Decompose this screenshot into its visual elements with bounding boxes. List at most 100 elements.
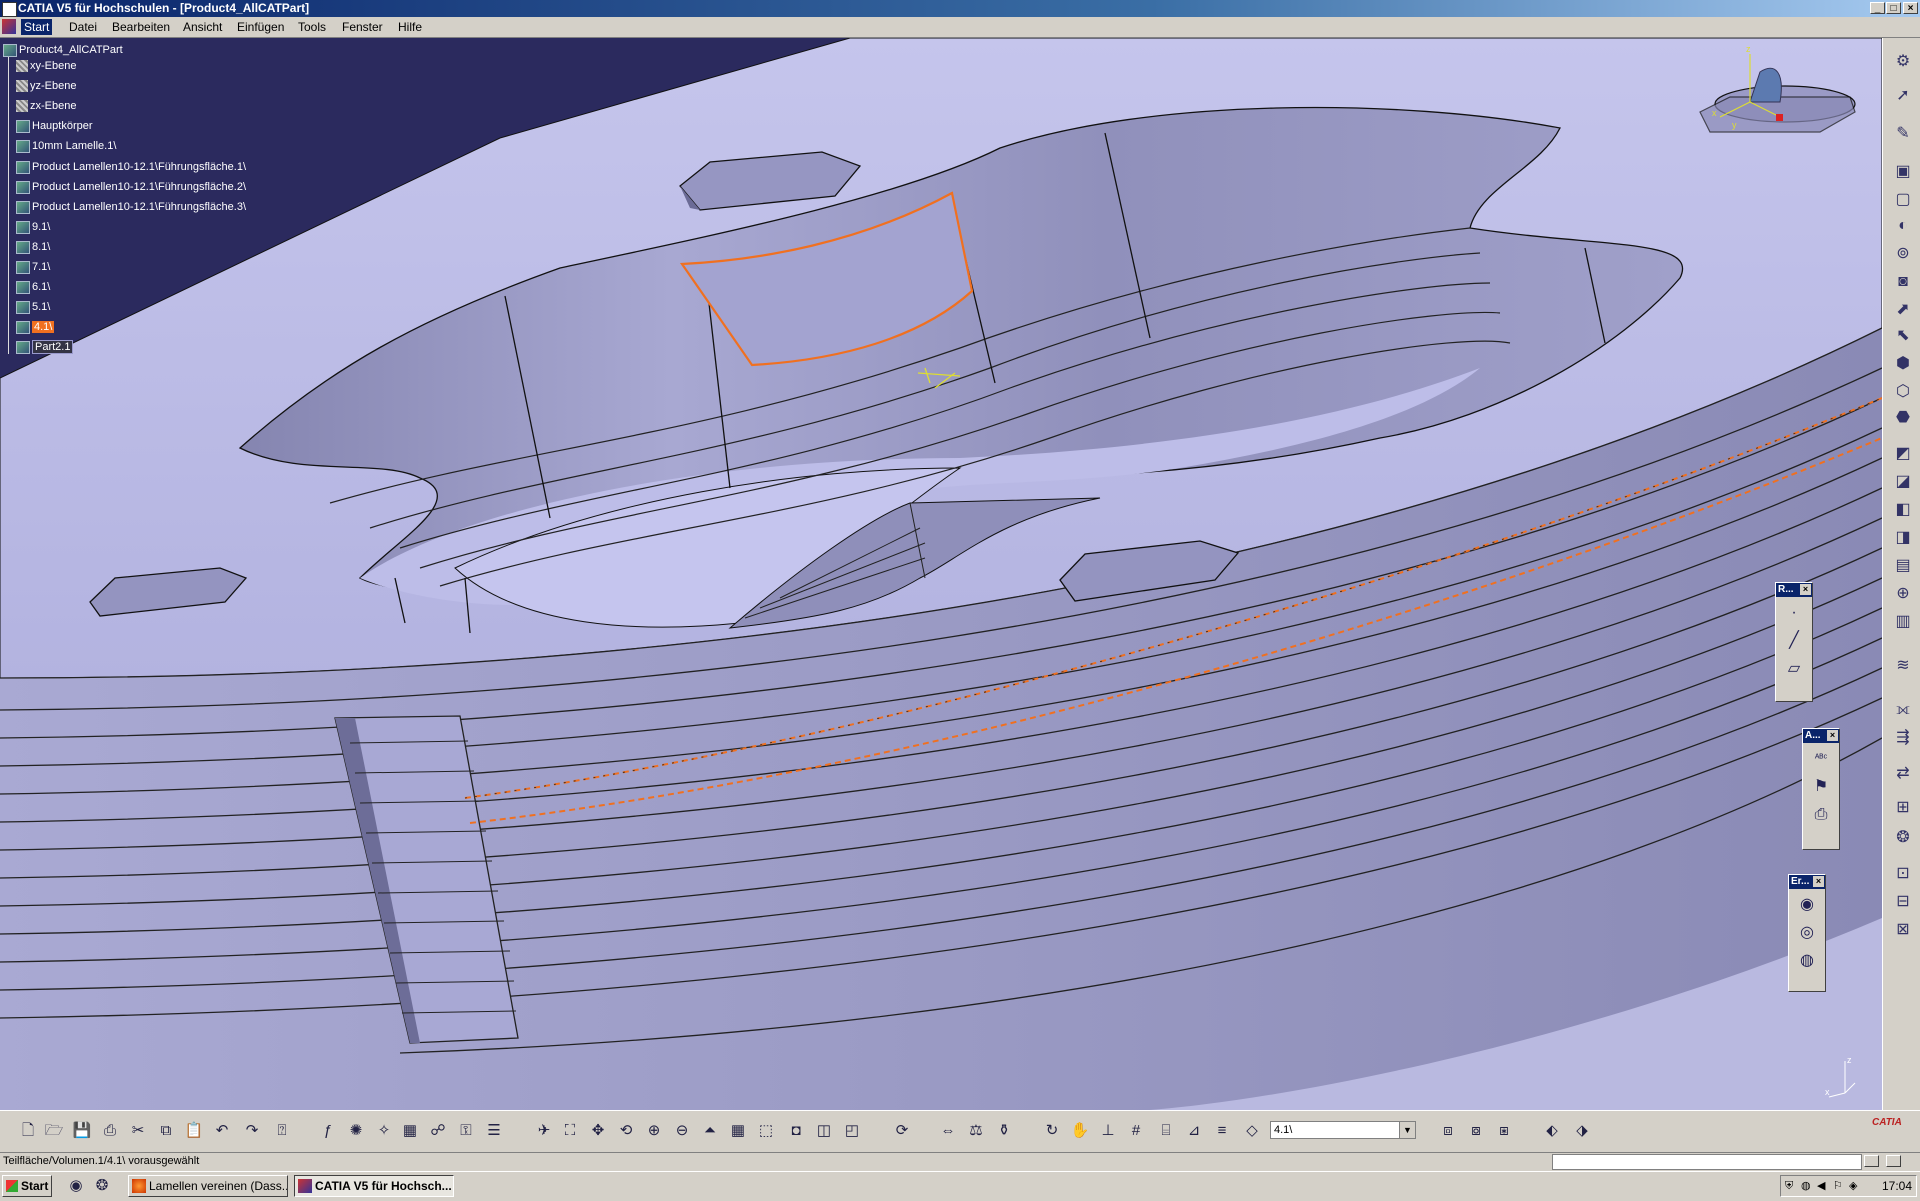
network-icon[interactable]: ◍ [1801,1180,1813,1192]
current-body-combo[interactable]: 4.1\ ▼ [1270,1121,1416,1139]
shading-icon[interactable]: ◘ [786,1121,806,1141]
print-icon[interactable]: ⎙ [100,1121,120,1141]
zoom-in-icon[interactable]: ⊕ [644,1121,664,1141]
axis-icon[interactable]: ⊥ [1098,1121,1118,1141]
render-icon[interactable]: ⬖ [1542,1121,1562,1141]
save-icon[interactable]: 💾 [72,1121,92,1141]
start-button[interactable]: Start [2,1175,52,1197]
tree-item-4-1[interactable]: 4.1\ [16,319,55,335]
toolbar-title[interactable]: Er... × [1789,875,1825,889]
tree-item-fuehrungsflaeche-3[interactable]: Product Lamellen10-12.1\Führungsfläche.3… [16,199,246,215]
redo-icon[interactable]: ↷ [242,1121,262,1141]
catia-app-icon[interactable] [2,2,17,17]
add-body-icon[interactable]: ⊠ [1893,920,1913,940]
menu-start[interactable]: Start [21,19,53,35]
hole-icon[interactable]: ◙ [1893,272,1913,292]
scan-icon[interactable]: ⎙ [1809,803,1833,827]
refresh-icon[interactable]: ↻ [1042,1121,1062,1141]
task-catia[interactable]: CATIA V5 für Hochsch... [294,1175,454,1197]
quick-view-icon[interactable]: ▦ [728,1121,748,1141]
remove-face-icon[interactable]: ▥ [1893,612,1913,632]
select-arrow-icon[interactable]: ➚ [1893,86,1913,106]
menu-fenster[interactable]: Fenster [342,20,383,34]
sketch-icon[interactable]: ✎ [1893,124,1913,144]
minimize-button[interactable]: _ [1870,2,1885,14]
menu-datei[interactable]: Datei [69,20,97,34]
rotate-icon[interactable]: ⟲ [616,1121,636,1141]
security-icon[interactable]: ⚐ [1833,1180,1845,1192]
circular-pattern-icon[interactable]: ❂ [1893,828,1913,848]
symmetry-icon[interactable]: ⇄ [1893,764,1913,784]
menu-einfuegen[interactable]: Einfügen [237,20,284,34]
shield-icon[interactable]: ⛨ [1785,1180,1797,1192]
grid-snap-icon[interactable]: # [1126,1121,1146,1141]
fillet-icon[interactable]: ◩ [1893,444,1913,464]
tree-item-part2[interactable]: Part2.1 [16,339,74,355]
close-icon[interactable]: × [1800,584,1811,595]
toolbar-title[interactable]: R... × [1776,583,1812,597]
tree-item-6-1[interactable]: 6.1\ [16,279,50,295]
constraint-icon[interactable]: ⊿ [1184,1121,1204,1141]
loft-icon[interactable]: ⬡ [1893,382,1913,402]
quicklaunch-browser-icon[interactable]: ◉ [66,1176,86,1196]
close-icon[interactable]: × [1813,876,1824,887]
gear-icon[interactable]: ⚙ [1893,52,1913,72]
workbench-icon[interactable]: ⧈ [1438,1121,1458,1141]
task-lamellen-browser[interactable]: Lamellen vereinen (Dass... [128,1175,288,1197]
paste-icon[interactable]: 📋 [184,1121,204,1141]
close-button[interactable]: × [1903,2,1918,14]
open-folder-icon[interactable]: 🗁 [44,1121,64,1141]
menu-hilfe[interactable]: Hilfe [398,20,422,34]
scaling-icon[interactable]: ⊡ [1893,864,1913,884]
translate-icon[interactable]: ⇶ [1893,728,1913,748]
flag-note-icon[interactable]: ⚑ [1809,775,1833,799]
remove-loft-icon[interactable]: ⬣ [1893,408,1913,428]
whats-this-icon[interactable]: ⍰ [272,1121,292,1141]
cut-icon[interactable]: ✂ [128,1121,148,1141]
fit-all-icon[interactable]: ⛶ [560,1121,580,1141]
line-icon[interactable]: ╱ [1782,629,1806,653]
measure-between-icon[interactable]: ◎ [1795,921,1819,945]
thickness-icon[interactable]: ▤ [1893,556,1913,576]
groove-icon[interactable]: ⊚ [1893,244,1913,264]
wireframe-icon[interactable]: ⧆ [1494,1121,1514,1141]
tree-item-zx-plane[interactable]: zx-Ebene [16,98,76,114]
quicklaunch-firefox-icon[interactable]: ❂ [92,1176,112,1196]
normal-view-icon[interactable]: ⏶ [700,1121,720,1141]
plane-icon[interactable]: ▱ [1782,657,1806,681]
compass-icon[interactable]: ✋ [1070,1121,1090,1141]
assemble-icon[interactable]: ⊟ [1893,892,1913,912]
power-input-field[interactable] [1552,1154,1862,1170]
draft-icon[interactable]: ◧ [1893,500,1913,520]
catalog-icon[interactable]: ☰ [484,1121,504,1141]
status-button-2[interactable] [1886,1155,1901,1167]
undo-icon[interactable]: ↶ [212,1121,232,1141]
tree-item-9-1[interactable]: 9.1\ [16,219,50,235]
tree-item-5-1[interactable]: 5.1\ [16,299,50,315]
environment-icon[interactable]: ⬗ [1572,1121,1592,1141]
thread-icon[interactable]: ⊕ [1893,584,1913,604]
tree-item-7-1[interactable]: 7.1\ [16,259,50,275]
slot-icon[interactable]: ⬉ [1893,326,1913,346]
tree-item-xy-plane[interactable]: xy-Ebene [16,58,76,74]
zoom-out-icon[interactable]: ⊖ [672,1121,692,1141]
pocket-icon[interactable]: ▢ [1893,190,1913,210]
lock-icon[interactable]: ⚿ [456,1121,476,1141]
point-icon[interactable]: · [1782,601,1806,625]
hide-show-icon[interactable]: ◫ [814,1121,834,1141]
tree-item-fuehrungsflaeche-1[interactable]: Product Lamellen10-12.1\Führungsfläche.1… [16,159,246,175]
analysis-icon[interactable]: ⧇ [1466,1121,1486,1141]
volume-icon[interactable]: ◀ [1817,1180,1829,1192]
measure-icon[interactable]: ⇔ [938,1121,958,1141]
fly-mode-icon[interactable]: ✈ [534,1121,554,1141]
weight-icon[interactable]: ⚱ [994,1121,1014,1141]
status-button-1[interactable] [1864,1155,1879,1167]
close-icon[interactable]: × [1827,730,1838,741]
formula-icon[interactable]: ƒ [318,1121,338,1141]
shell-icon[interactable]: ◨ [1893,528,1913,548]
light-bulb-icon[interactable]: ✧ [374,1121,394,1141]
measure-inertia-icon[interactable]: ◍ [1795,949,1819,973]
plane-select-icon[interactable]: ◇ [1242,1121,1262,1141]
copy-icon[interactable]: ⧉ [156,1121,176,1141]
cylinder-icon[interactable]: ⌸ [1156,1121,1176,1141]
